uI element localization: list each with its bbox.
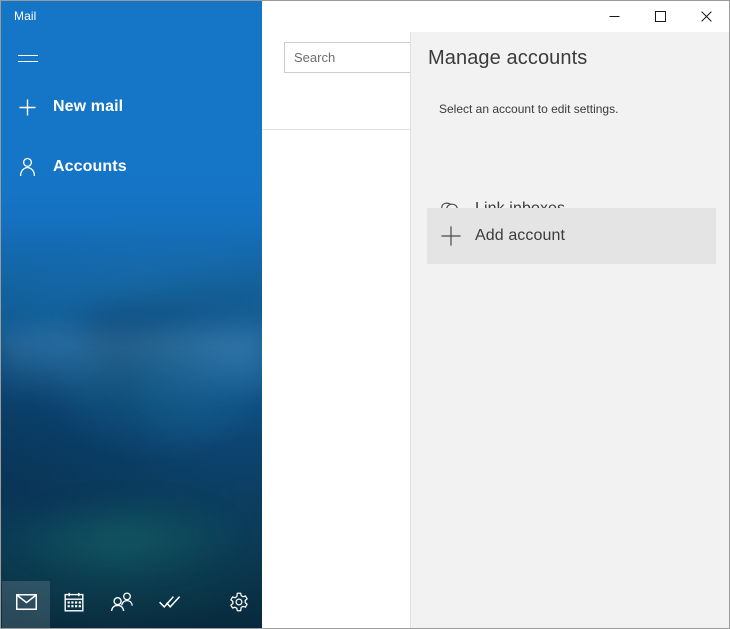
- nav-background-haze: [1, 331, 262, 401]
- title-bar[interactable]: [1, 1, 729, 32]
- add-account-button[interactable]: Add account: [427, 208, 716, 264]
- switcher-item-todo[interactable]: [146, 581, 194, 628]
- people-icon: [110, 592, 134, 617]
- window-title: Mail: [14, 9, 37, 23]
- close-button[interactable]: [683, 1, 729, 31]
- navigation-pane: New mail Accounts: [1, 1, 262, 628]
- hamburger-icon: [17, 50, 38, 67]
- gear-icon: [229, 592, 249, 617]
- plus-icon: [1, 98, 53, 117]
- page-title: Manage accounts: [428, 47, 588, 69]
- mail-icon: [15, 594, 37, 615]
- switcher-item-mail[interactable]: [2, 581, 50, 628]
- nav-background-valley: [1, 491, 262, 581]
- hamburger-menu-button[interactable]: [5, 39, 50, 77]
- nav-item-new-mail[interactable]: New mail: [1, 85, 262, 129]
- nav-item-accounts[interactable]: Accounts: [1, 145, 262, 189]
- mail-app-window: New mail Accounts Search Manage accounts…: [0, 0, 730, 629]
- add-account-label: Add account: [475, 227, 566, 244]
- todo-icon: [158, 593, 182, 616]
- switcher-item-calendar[interactable]: [50, 581, 98, 628]
- minimize-button[interactable]: [591, 1, 637, 31]
- app-switcher-bar: [1, 581, 262, 628]
- manage-accounts-pane: Manage accounts Select an account to edi…: [410, 32, 729, 628]
- page-subtitle: Select an account to edit settings.: [439, 102, 619, 116]
- person-icon: [1, 157, 53, 177]
- list-divider: [262, 129, 410, 130]
- switcher-item-people[interactable]: [98, 581, 146, 628]
- nav-item-accounts-label: Accounts: [53, 158, 127, 175]
- switcher-item-settings[interactable]: [215, 581, 262, 628]
- message-list-pane: [262, 32, 444, 628]
- calendar-icon: [64, 592, 84, 617]
- maximize-button[interactable]: [637, 1, 683, 31]
- plus-icon: [427, 225, 475, 247]
- nav-item-new-mail-label: New mail: [53, 98, 124, 115]
